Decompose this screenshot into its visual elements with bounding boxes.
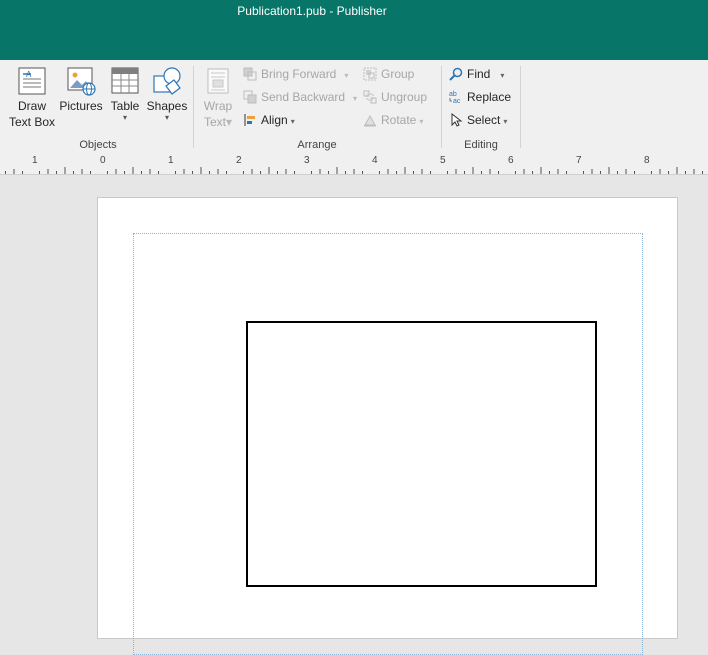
find-label: Find xyxy=(467,67,491,81)
ruler-label: 5 xyxy=(440,155,446,166)
ungroup-icon xyxy=(363,90,377,104)
editing-group-label: Editing xyxy=(464,139,498,151)
bring-forward-icon xyxy=(243,67,257,81)
wrap-dropdown-icon: ▾ xyxy=(225,115,233,129)
publication-page[interactable] xyxy=(97,197,678,655)
ruler-label: 2 xyxy=(236,155,242,166)
align-label: Align xyxy=(261,113,288,127)
send-backward-icon xyxy=(243,90,257,104)
replace-label: Replace xyxy=(467,90,512,104)
table-button[interactable]: Table ▾ xyxy=(105,66,145,122)
shapes-label: Shapes xyxy=(146,99,188,113)
text-box-icon: A xyxy=(18,67,46,95)
find-button[interactable]: Find ▾ xyxy=(449,64,504,84)
pictures-button[interactable]: Pictures xyxy=(56,66,106,114)
table-dropdown-icon: ▾ xyxy=(122,113,127,122)
horizontal-ruler[interactable]: 1 0 1 2 3 4 5 6 7 8 xyxy=(0,154,708,175)
wrap-label-line2: Text xyxy=(203,115,226,129)
ruler-ticks xyxy=(5,167,703,174)
ungroup-label: Ungroup xyxy=(381,90,428,104)
pictures-label: Pictures xyxy=(59,99,103,113)
workspace xyxy=(0,175,708,655)
bring-forward-dropdown-icon: ▾ xyxy=(344,71,349,80)
replace-button[interactable]: ab ac Replace xyxy=(449,87,511,107)
group-divider xyxy=(441,66,442,148)
table-label: Table xyxy=(110,99,140,113)
align-icon xyxy=(244,114,255,126)
ungroup-button[interactable]: Ungroup xyxy=(363,87,427,107)
svg-text:ab: ab xyxy=(449,91,457,98)
bring-forward-label: Bring Forward xyxy=(261,67,337,81)
find-dropdown-icon: ▾ xyxy=(500,71,505,80)
shapes-icon xyxy=(153,67,181,95)
shapes-dropdown-icon: ▾ xyxy=(164,113,169,122)
send-backward-label: Send Backward xyxy=(261,90,346,104)
rectangle-shape[interactable] xyxy=(246,321,597,587)
select-dropdown-icon: ▾ xyxy=(503,117,508,126)
arrange-group-label: Arrange xyxy=(297,139,337,151)
objects-group-label: Objects xyxy=(79,139,117,151)
editing-group: Find ▾ ab ac Replace Select ▾ Editing xyxy=(443,60,519,154)
wrap-label-line1: Wrap xyxy=(203,99,233,113)
align-dropdown-icon: ▾ xyxy=(290,117,295,126)
rotate-button[interactable]: Rotate ▾ xyxy=(363,110,423,130)
pictures-icon xyxy=(67,67,96,96)
objects-group: A Draw Text Box Pictures Table ▾ Shapes … xyxy=(4,60,192,154)
select-label: Select xyxy=(467,113,501,127)
ruler-label: 1 xyxy=(32,155,38,166)
wrap-text-button[interactable]: Wrap Text▾ xyxy=(199,66,237,130)
cursor-arrow-icon xyxy=(451,113,463,127)
ruler-label: 0 xyxy=(100,155,106,166)
align-button[interactable]: Align ▾ xyxy=(243,110,295,130)
group-divider xyxy=(520,66,521,148)
rotate-dropdown-icon: ▾ xyxy=(419,117,424,126)
select-button[interactable]: Select ▾ xyxy=(449,110,507,130)
group-icon xyxy=(363,67,377,81)
draw-label-line2: Text Box xyxy=(8,115,56,129)
rotate-label: Rotate xyxy=(381,113,417,127)
arrange-group: Wrap Text▾ Bring Forward ▾ Send Backward ▾… xyxy=(195,60,439,154)
group-divider xyxy=(193,66,194,148)
shapes-button[interactable]: Shapes ▾ xyxy=(145,66,189,122)
group-button[interactable]: Group xyxy=(363,64,414,84)
ruler-label: 1 xyxy=(168,155,174,166)
svg-text:ac: ac xyxy=(453,98,461,104)
send-backward-button[interactable]: Send Backward ▾ xyxy=(243,87,357,107)
window-title: Publication1.pub - Publisher xyxy=(237,4,387,18)
ruler-label: 8 xyxy=(644,155,650,166)
replace-icon: ab ac xyxy=(449,91,461,104)
send-backward-dropdown-icon: ▾ xyxy=(353,94,358,103)
bring-forward-button[interactable]: Bring Forward ▾ xyxy=(243,64,348,84)
ruler-label: 4 xyxy=(372,155,378,166)
ruler-label: 7 xyxy=(576,155,582,166)
group-label: Group xyxy=(381,67,415,81)
ruler-label: 6 xyxy=(508,155,514,166)
svg-text:A: A xyxy=(26,70,32,79)
rotate-icon xyxy=(364,114,376,127)
title-bar: Publication1.pub - Publisher xyxy=(0,0,708,60)
table-icon xyxy=(111,67,139,94)
draw-label-line1: Draw xyxy=(17,99,46,113)
find-icon xyxy=(449,67,463,81)
ribbon: A Draw Text Box Pictures Table ▾ Shapes … xyxy=(0,60,708,155)
draw-text-box-button[interactable]: A Draw Text Box xyxy=(6,66,58,130)
ruler-label: 3 xyxy=(304,155,310,166)
wrap-text-icon xyxy=(207,68,229,94)
